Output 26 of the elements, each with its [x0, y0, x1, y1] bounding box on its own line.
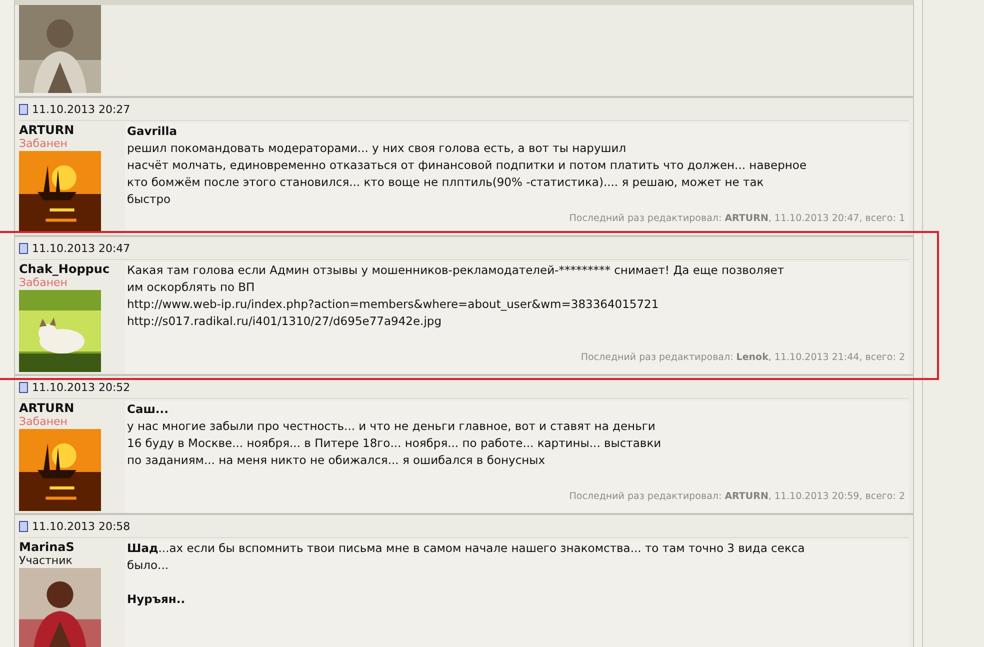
username[interactable]: MarinaS [19, 540, 125, 554]
message-text: Шад...ах если бы вспомнить твои письма мне в самом начале нашего знакомства... то там точно 3 вида секса было... [127, 540, 806, 574]
username[interactable]: ARTURN [19, 401, 125, 415]
message-text: решил покомандовать модераторами... у них своя голова есть, а вот ты нарушил насчёт молчать, единовременно отказаться от финансовой подпитки и потом платить что должен... наверное кто бомжём после этого становился... кто воще не плптиль(90% -статистика).... я решаю, может не так быстро [127, 140, 808, 208]
username[interactable]: ARTURN [19, 123, 125, 137]
message-heading: Gavrilla [127, 123, 178, 140]
post-icon [19, 242, 28, 254]
user-rank: Забанен [19, 415, 68, 429]
edit-note: Последний раз редактировал: ARTURN, 11.10.2013 20:59, всего: 2 [568, 490, 906, 504]
post-icon [19, 382, 28, 392]
message-text: Какая там голова если Админ отзывы у мошенников-рекламодателей-********* снимает! Да еще позволяет им оскорблять по ВП http://www.web-ip.ru/index.php?action=members&where=about_user&wm=383364015721 http://s017.radikal.ru/i401/1310/27/d695e77a942e.jpg [127, 262, 786, 330]
user-rank: Участник [19, 554, 74, 568]
user-rank: Забанен [19, 276, 68, 290]
username[interactable]: Chak_Hoppuc [19, 262, 125, 276]
edit-note: Последний раз редактировал: ARTURN, 11.10.2013 20:47, всего: 1 [568, 212, 906, 226]
message-text: у нас многие забыли про честность... и что не деньги главное, вот и ставят на деньги 16 буду в Москве... ноября... в Питере 18го... ноября... по работе... картины... выставки по заданиям... на меня никто не обижался... я ошибался в бонусных [127, 418, 662, 469]
message-heading: Нуръян.. [127, 591, 186, 608]
post-icon [19, 520, 28, 532]
user-rank: Забанен [19, 137, 68, 151]
post-icon [19, 104, 28, 114]
message-heading: Саш... [127, 401, 170, 418]
edit-note: Последний раз редактировал: Lenok, 11.10.2013 21:44, всего: 2 [580, 351, 906, 365]
post-date: 11.10.2013 20:27 [32, 102, 130, 116]
post-date: 11.10.2013 20:58 [32, 520, 130, 532]
post-date: 11.10.2013 20:52 [32, 380, 130, 394]
post-date: 11.10.2013 20:47 [32, 242, 130, 254]
